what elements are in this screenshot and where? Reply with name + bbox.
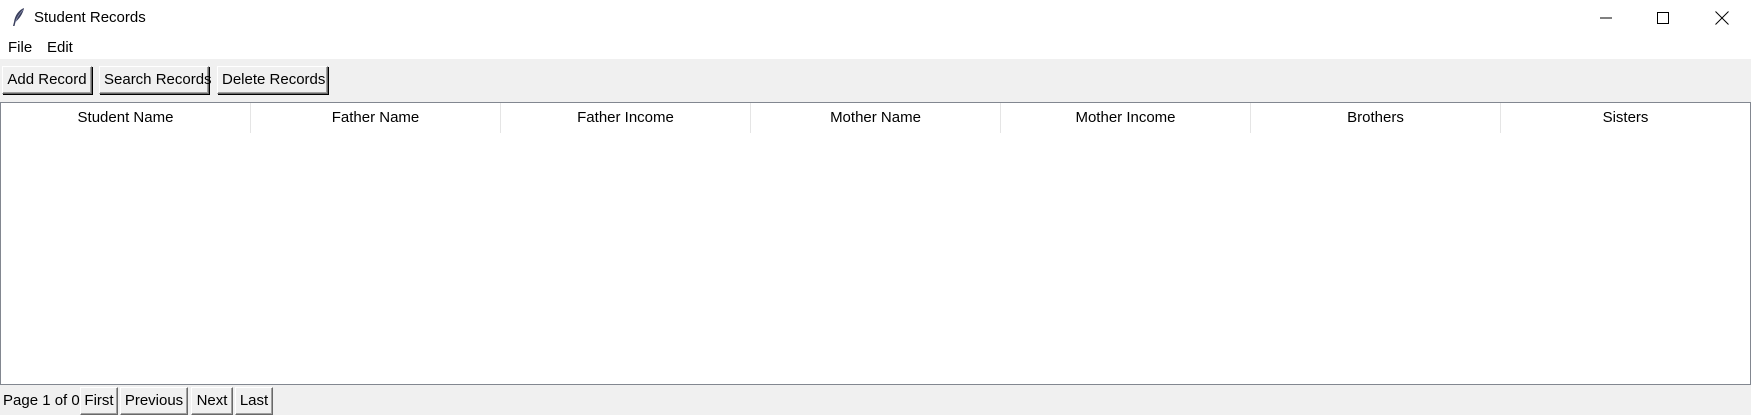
column-header-brothers[interactable]: Brothers bbox=[1251, 103, 1501, 133]
window-title: Student Records bbox=[34, 9, 146, 26]
close-icon bbox=[1714, 11, 1729, 25]
feather-icon bbox=[10, 7, 28, 27]
search-records-button[interactable]: Search Records bbox=[99, 66, 212, 94]
column-header-mother-income[interactable]: Mother Income bbox=[1001, 103, 1251, 133]
close-button[interactable] bbox=[1693, 0, 1750, 36]
maximize-icon bbox=[1656, 12, 1669, 24]
next-page-button[interactable]: Next bbox=[191, 387, 233, 415]
table-header: Student Name Father Name Father Income M… bbox=[1, 103, 1750, 133]
add-record-button[interactable]: Add Record bbox=[2, 66, 92, 94]
page-indicator: Page 1 of 0 bbox=[3, 392, 80, 409]
menu-file[interactable]: File bbox=[8, 39, 32, 56]
app-window: Student Records File Edit Add Record Sea… bbox=[0, 0, 1751, 415]
minimize-icon bbox=[1599, 17, 1612, 19]
column-header-student-name[interactable]: Student Name bbox=[1, 103, 251, 133]
pagination-bar: Page 1 of 0 First Previous Next Last bbox=[0, 385, 1751, 415]
first-page-button[interactable]: First bbox=[80, 387, 118, 415]
menu-bar: File Edit bbox=[0, 36, 1751, 59]
table-body[interactable] bbox=[1, 133, 1750, 384]
title-bar: Student Records bbox=[0, 0, 1751, 36]
maximize-button[interactable] bbox=[1634, 0, 1691, 36]
previous-page-button[interactable]: Previous bbox=[120, 387, 188, 415]
last-page-button[interactable]: Last bbox=[235, 387, 273, 415]
column-header-father-income[interactable]: Father Income bbox=[501, 103, 751, 133]
menu-edit[interactable]: Edit bbox=[47, 39, 73, 56]
delete-records-button[interactable]: Delete Records bbox=[217, 66, 328, 94]
column-header-sisters[interactable]: Sisters bbox=[1501, 103, 1750, 133]
toolbar: Add Record Search Records Delete Records bbox=[0, 59, 1751, 101]
column-header-mother-name[interactable]: Mother Name bbox=[751, 103, 1001, 133]
minimize-button[interactable] bbox=[1577, 0, 1634, 36]
column-header-father-name[interactable]: Father Name bbox=[251, 103, 501, 133]
records-table[interactable]: Student Name Father Name Father Income M… bbox=[0, 102, 1751, 385]
